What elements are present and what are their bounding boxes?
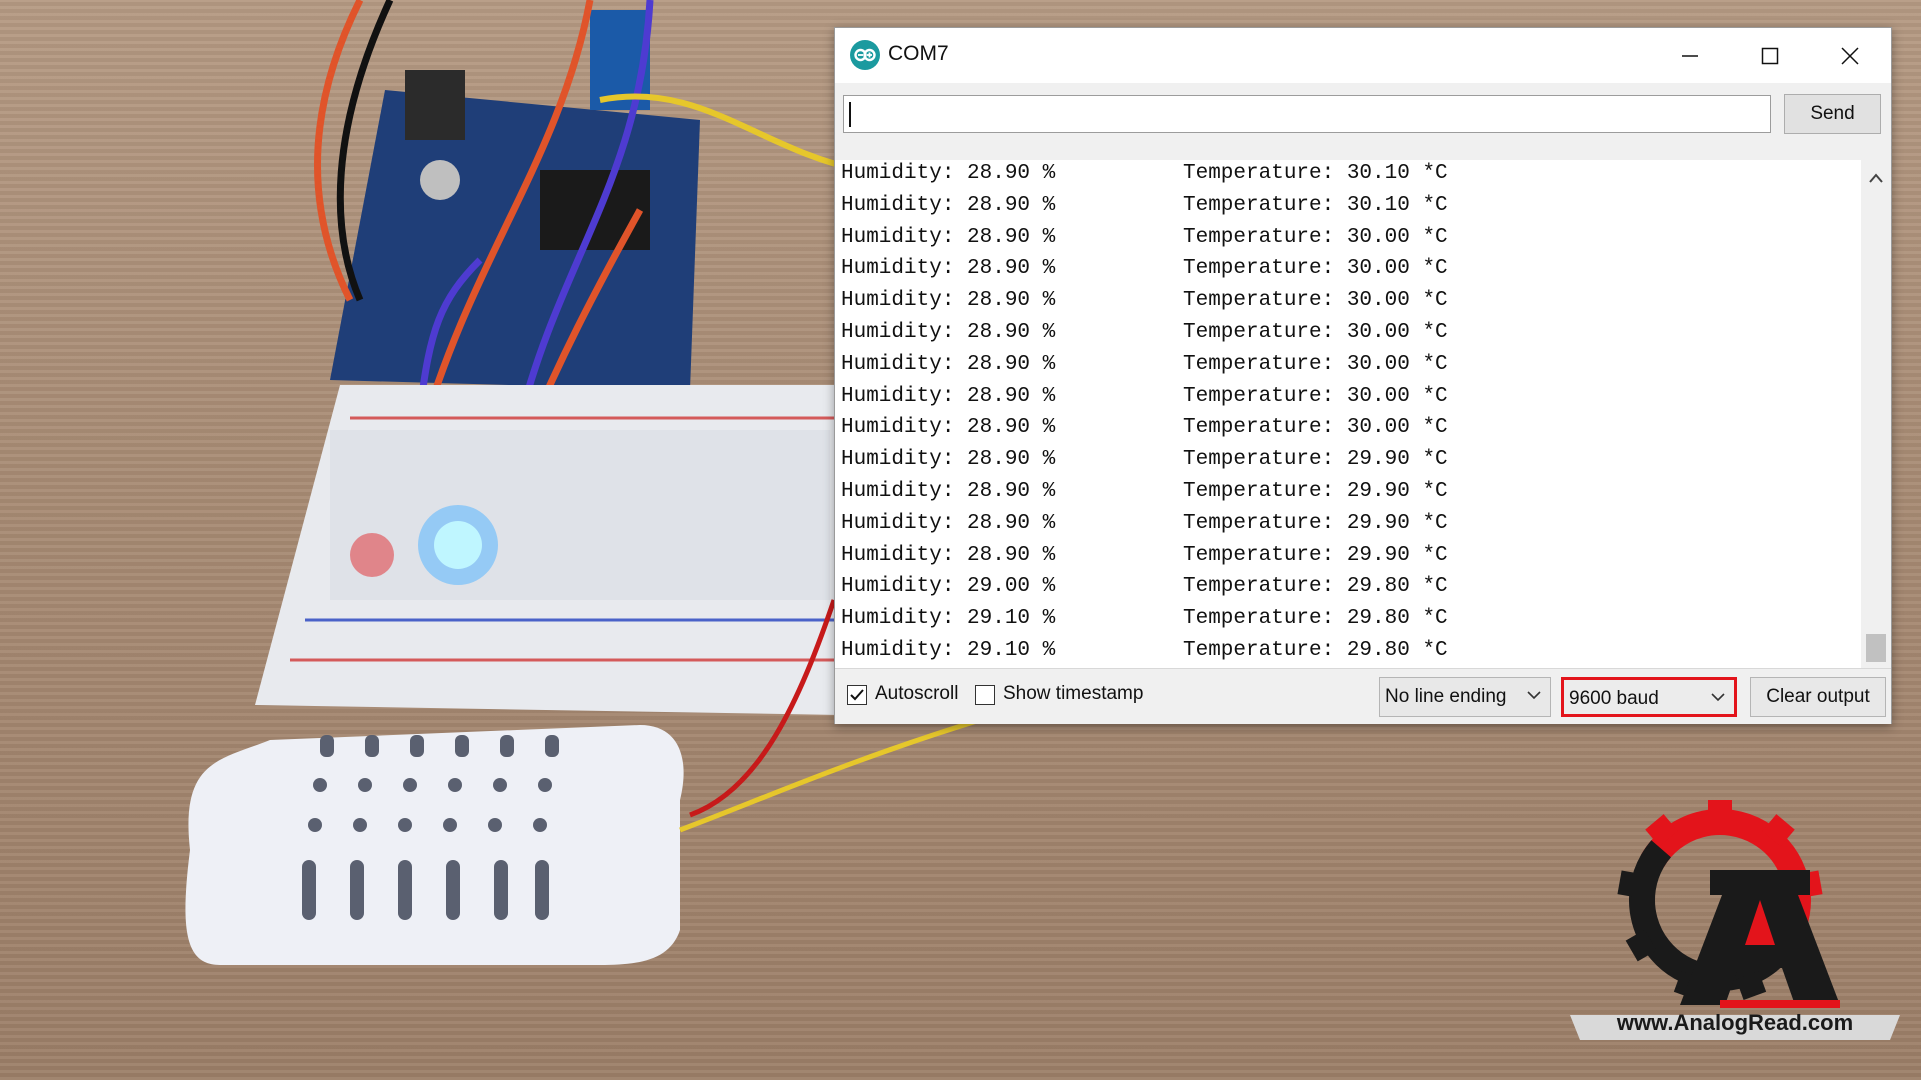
serial-line: Humidity: 28.90 % Temperature: 30.00 *C <box>841 321 1448 353</box>
serial-line: Humidity: 28.90 % Temperature: 30.00 *C <box>841 416 1448 448</box>
humidity-reading: Humidity: 28.90 % <box>841 448 1056 472</box>
power-jack <box>405 70 465 140</box>
humidity-reading: Humidity: 29.10 % <box>841 639 1056 662</box>
humidity-reading: Humidity: 28.90 % <box>841 480 1056 503</box>
maximize-icon <box>1761 47 1779 64</box>
humidity-reading: Humidity: 28.90 % <box>841 225 1056 249</box>
serial-monitor-window: COM7 Send Humidity: 28.90 % Temperature: … <box>834 27 1892 724</box>
clear-output-button[interactable]: Clear output <box>1750 677 1886 717</box>
serial-line: Humidity: 29.10 % Temperature: 29.80 *C <box>841 607 1448 639</box>
humidity-reading: Humidity: 28.90 % <box>841 416 1056 440</box>
temperature-reading: Temperature: 29.80 *C <box>1183 607 1448 631</box>
temperature-reading: Temperature: 29.80 *C <box>1183 639 1448 662</box>
temperature-reading: Temperature: 30.10 *C <box>1183 193 1448 217</box>
humidity-reading: Humidity: 28.90 % <box>841 257 1056 281</box>
temperature-reading: Temperature: 30.00 *C <box>1183 321 1448 344</box>
serial-output[interactable]: Humidity: 28.90 % Temperature: 30.10 *C Hu… <box>835 160 1861 692</box>
watermark-text: www.AnalogRead.com <box>1616 1010 1854 1035</box>
capacitor <box>420 160 460 200</box>
show-timestamp-checkbox[interactable] <box>975 685 995 705</box>
line-ending-value: No line ending <box>1385 686 1507 707</box>
chevron-up-icon <box>1869 173 1883 183</box>
close-icon <box>1841 46 1859 65</box>
temperature-reading: Temperature: 29.90 *C <box>1183 480 1448 503</box>
serial-line: Humidity: 28.90 % Temperature: 29.90 *C <box>841 543 1448 576</box>
serial-line: Humidity: 28.90 % Temperature: 30.00 *C <box>841 289 1448 321</box>
maximize-button[interactable] <box>1730 28 1810 83</box>
humidity-reading: Humidity: 28.90 % <box>841 384 1056 408</box>
humidity-reading: Humidity: 28.90 % <box>841 193 1056 217</box>
baud-rate-select[interactable]: 9600 baud <box>1561 677 1737 717</box>
temperature-reading: Temperature: 30.00 *C <box>1183 289 1448 313</box>
humidity-reading: Humidity: 28.90 % <box>841 511 1056 535</box>
scroll-up-button[interactable] <box>1861 164 1891 192</box>
temperature-reading: Temperature: 30.00 *C <box>1183 257 1448 281</box>
chip <box>540 170 650 250</box>
temperature-reading: Temperature: 30.00 *C <box>1183 416 1448 440</box>
serial-line: Humidity: 28.90 % Temperature: 30.10 *C <box>841 193 1448 226</box>
title-bar[interactable]: COM7 <box>835 28 1891 83</box>
autoscroll-label: Autoscroll <box>875 683 959 704</box>
temperature-reading: Temperature: 29.90 *C <box>1183 543 1448 567</box>
show-timestamp-label: Show timestamp <box>1003 683 1144 704</box>
window-title: COM7 <box>888 42 949 65</box>
send-bar: Send <box>835 83 1891 161</box>
serial-line: Humidity: 28.90 % Temperature: 30.10 *C <box>841 162 1448 194</box>
bottom-toolbar: Autoscroll Show timestamp No line ending… <box>835 668 1891 724</box>
vertical-scrollbar[interactable] <box>1861 160 1891 692</box>
serial-input[interactable] <box>843 95 1771 133</box>
humidity-reading: Humidity: 28.90 % <box>841 321 1056 344</box>
red-led <box>350 533 394 577</box>
humidity-sensor <box>185 725 684 965</box>
baud-rate-value: 9600 baud <box>1569 688 1659 709</box>
serial-line: Humidity: 28.90 % Temperature: 30.00 *C <box>841 257 1448 289</box>
minimize-button[interactable] <box>1650 28 1730 83</box>
checkmark-icon <box>850 689 864 701</box>
chevron-down-icon <box>1527 691 1541 700</box>
humidity-reading: Humidity: 29.10 % <box>841 607 1056 631</box>
close-button[interactable] <box>1810 28 1890 83</box>
arduino-icon <box>850 40 880 70</box>
temperature-reading: Temperature: 30.00 *C <box>1183 225 1448 249</box>
serial-line: Humidity: 28.90 % Temperature: 29.90 *C <box>841 448 1448 480</box>
line-ending-select[interactable]: No line ending <box>1379 677 1551 717</box>
chevron-down-icon <box>1711 693 1725 702</box>
serial-line: Humidity: 28.90 % Temperature: 30.00 *C <box>841 384 1448 417</box>
serial-line: Humidity: 28.90 % Temperature: 30.00 *C <box>841 352 1448 385</box>
humidity-reading: Humidity: 28.90 % <box>841 289 1056 313</box>
temperature-reading: Temperature: 29.90 *C <box>1183 511 1448 535</box>
text-caret <box>849 102 851 127</box>
humidity-reading: Humidity: 28.90 % <box>841 543 1056 567</box>
temperature-reading: Temperature: 29.80 *C <box>1183 575 1448 599</box>
humidity-reading: Humidity: 28.90 % <box>841 162 1056 185</box>
scroll-thumb[interactable] <box>1866 634 1886 662</box>
temperature-reading: Temperature: 30.00 *C <box>1183 352 1448 376</box>
temperature-reading: Temperature: 30.00 *C <box>1183 384 1448 408</box>
serial-line: Humidity: 29.10 % Temperature: 29.80 *C <box>841 639 1448 671</box>
humidity-reading: Humidity: 28.90 % <box>841 352 1056 376</box>
minimize-icon <box>1682 54 1698 57</box>
serial-line: Humidity: 28.90 % Temperature: 29.90 *C <box>841 511 1448 544</box>
serial-line: Humidity: 28.90 % Temperature: 29.90 *C <box>841 480 1448 512</box>
temperature-reading: Temperature: 30.10 *C <box>1183 162 1448 185</box>
blue-led <box>434 521 482 569</box>
autoscroll-checkbox[interactable] <box>847 685 867 705</box>
send-button[interactable]: Send <box>1784 94 1881 134</box>
temperature-reading: Temperature: 29.90 *C <box>1183 448 1448 472</box>
serial-line: Humidity: 29.00 % Temperature: 29.80 *C <box>841 575 1448 607</box>
serial-line: Humidity: 28.90 % Temperature: 30.00 *C <box>841 225 1448 258</box>
humidity-reading: Humidity: 29.00 % <box>841 575 1056 599</box>
